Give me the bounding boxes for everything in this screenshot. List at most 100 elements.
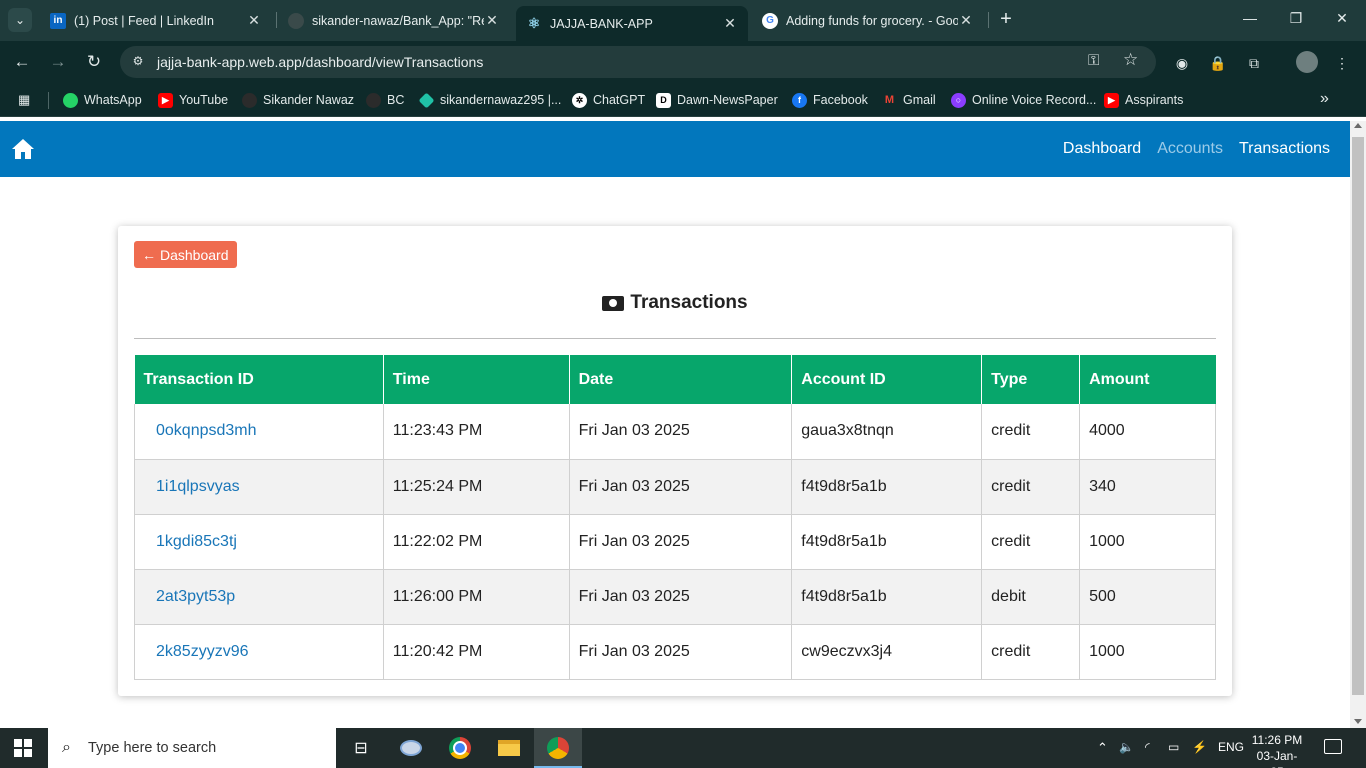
notification-center-icon[interactable] — [1324, 739, 1342, 754]
close-window-icon[interactable]: ✕ — [1332, 10, 1352, 27]
new-tab-button[interactable]: + — [996, 9, 1016, 29]
nav-link-accounts[interactable]: Accounts — [1157, 140, 1223, 158]
scroll-down-arrow-icon[interactable] — [1354, 719, 1362, 724]
nav-link-dashboard[interactable]: Dashboard — [1063, 140, 1141, 158]
transaction-id-link[interactable]: 0okqnpsd3mh — [134, 404, 384, 460]
paint-app-icon[interactable] — [396, 734, 426, 762]
cell-type: debit — [981, 569, 1081, 625]
forward-arrow-icon[interactable]: → — [47, 51, 69, 73]
browser-tab-linkedin[interactable]: in (1) Post | Feed | LinkedIn ✕ — [40, 6, 272, 35]
cell-amount: 340 — [1079, 459, 1216, 515]
windows-start-icon[interactable] — [14, 739, 32, 757]
bookmark-star-icon[interactable]: ☆ — [1123, 50, 1138, 70]
bookmark-chatgpt[interactable]: ✲ ChatGPT — [572, 92, 645, 108]
bookmark-whatsapp[interactable]: WhatsApp — [63, 92, 142, 108]
close-icon[interactable]: ✕ — [722, 15, 738, 32]
restore-icon[interactable]: ❐ — [1286, 10, 1306, 27]
bookmark-dawn-newspaper[interactable]: D Dawn-NewsPaper — [656, 92, 778, 108]
bookmark-label: Online Voice Record... — [972, 93, 1097, 107]
extensions-icon[interactable]: ⧉ — [1244, 53, 1264, 73]
wifi-icon[interactable]: ◜ — [1145, 740, 1150, 754]
transaction-id-link[interactable]: 2k85zyyzv96 — [134, 624, 384, 680]
bookmark-label: ChatGPT — [593, 93, 646, 107]
apps-grid-icon[interactable]: ▦ — [18, 92, 34, 108]
cell-amount: 500 — [1079, 569, 1216, 625]
file-explorer-icon[interactable] — [494, 734, 524, 762]
table-row: 1kgdi85c3tj 11:22:02 PM Fri Jan 03 2025 … — [134, 514, 1216, 570]
taskbar-search-box[interactable]: ⌕ Type here to search — [48, 728, 336, 768]
transaction-id-link[interactable]: 2at3pyt53p — [134, 569, 384, 625]
bookmark-bc[interactable]: BC — [366, 92, 404, 108]
bookmark-online-voice-recorder[interactable]: ○ Online Voice Record... — [951, 92, 1096, 108]
profile-avatar[interactable] — [1296, 51, 1318, 73]
search-icon: ⌕ — [62, 739, 71, 756]
youtube-icon: ▶ — [158, 92, 173, 108]
cell-time: 11:20:42 PM — [383, 624, 570, 680]
cell-type: credit — [981, 404, 1081, 460]
transactions-table: Transaction ID Time Date Account ID Type… — [134, 355, 1216, 680]
more-bookmarks-icon[interactable]: » — [1320, 90, 1329, 108]
bookmark-label: sikandernawaz295 |... — [440, 93, 562, 107]
browser-tab-jajja-bank[interactable]: ⚛ JAJJA-BANK-APP ✕ — [516, 6, 748, 41]
cell-type: credit — [981, 459, 1081, 515]
column-header-transaction-id: Transaction ID — [134, 355, 384, 404]
windows-taskbar: ⌕ Type here to search ⊟ ⌃ 🔈 ◜ ▭ ⚡ ENG 11… — [0, 728, 1366, 768]
taskbar-clock[interactable]: 11:26 PM 03-Jan-25 — [1251, 732, 1303, 768]
battery-icon[interactable]: ▭ — [1168, 740, 1179, 754]
browser-tab-github[interactable]: sikander-nawaz/Bank_App: "Rea ✕ — [278, 6, 510, 35]
bookmark-gmail[interactable]: M Gmail — [882, 92, 936, 108]
bookmark-label: Dawn-NewsPaper — [677, 93, 778, 107]
github-icon — [366, 92, 381, 108]
close-icon[interactable]: ✕ — [484, 12, 500, 29]
camera-icon[interactable]: ◉ — [1172, 53, 1192, 73]
cell-amount: 4000 — [1079, 404, 1216, 460]
bookmarks-bar: ▦ WhatsApp ▶ YouTube Sikander Nawaz BC s… — [0, 83, 1366, 117]
volume-icon[interactable]: 🔈 — [1119, 740, 1134, 754]
back-to-dashboard-button[interactable]: ← Dashboard — [134, 241, 237, 268]
scrollbar-thumb[interactable] — [1352, 137, 1364, 695]
cell-time: 11:23:43 PM — [383, 404, 570, 460]
cell-type: credit — [981, 514, 1081, 570]
tab-search-button[interactable]: ⌄ — [8, 8, 32, 32]
close-icon[interactable]: ✕ — [246, 12, 262, 29]
site-settings-icon[interactable]: ⚙ — [130, 54, 146, 70]
cell-date: Fri Jan 03 2025 — [569, 569, 793, 625]
bookmark-facebook[interactable]: f Facebook — [792, 92, 868, 108]
bookmark-youtube[interactable]: ▶ YouTube — [158, 92, 228, 108]
taskbar-active-chrome[interactable] — [534, 728, 582, 768]
scroll-up-arrow-icon[interactable] — [1354, 123, 1362, 128]
bookmark-label: Asspirants — [1125, 93, 1184, 107]
url-text[interactable]: jajja-bank-app.web.app/dashboard/viewTra… — [157, 54, 483, 70]
browser-tab-google[interactable]: G Adding funds for grocery. - Goo ✕ — [752, 6, 984, 35]
show-hidden-icons-icon[interactable]: ⌃ — [1097, 740, 1108, 756]
bookmark-label: Facebook — [813, 93, 868, 107]
lock-extension-icon[interactable]: 🔒 — [1208, 53, 1228, 73]
bookmark-label: YouTube — [179, 93, 229, 107]
tab-title: Adding funds for grocery. - Goo — [786, 13, 958, 28]
bookmark-label: BC — [387, 93, 405, 107]
back-arrow-icon[interactable]: ← — [11, 51, 33, 73]
language-indicator[interactable]: ENG — [1218, 740, 1244, 754]
task-view-icon[interactable]: ⊟ — [346, 734, 376, 762]
cell-time: 11:26:00 PM — [383, 569, 570, 625]
column-header-account-id: Account ID — [791, 355, 983, 404]
reload-icon[interactable]: ↻ — [83, 51, 105, 73]
home-icon[interactable] — [11, 138, 35, 160]
page-scrollbar[interactable] — [1350, 121, 1366, 728]
youtube-icon: ▶ — [1104, 92, 1119, 108]
menu-kebab-icon[interactable]: ⋮ — [1332, 53, 1352, 73]
bookmark-asspirants[interactable]: ▶ Asspirants — [1104, 92, 1183, 108]
minimize-icon[interactable]: — — [1240, 10, 1260, 26]
transaction-id-link[interactable]: 1i1qlpsvyas — [134, 459, 384, 515]
password-key-icon[interactable]: ⚿ — [1088, 52, 1099, 69]
address-bar[interactable]: ⚙ jajja-bank-app.web.app/dashboard/viewT… — [120, 46, 1156, 78]
browser-tab-strip: ⌄ in (1) Post | Feed | LinkedIn ✕ sikand… — [0, 0, 1366, 41]
bookmark-sikander-nawaz[interactable]: Sikander Nawaz — [242, 92, 354, 108]
close-icon[interactable]: ✕ — [958, 12, 974, 29]
network-sync-icon[interactable]: ⚡ — [1192, 740, 1207, 754]
clock-time: 11:26 PM — [1251, 733, 1303, 747]
transaction-id-link[interactable]: 1kgdi85c3tj — [134, 514, 384, 570]
bookmark-sikandernawaz295[interactable]: sikandernawaz295 |... — [418, 92, 562, 108]
chrome-app-icon[interactable] — [445, 734, 475, 762]
nav-link-transactions[interactable]: Transactions — [1239, 140, 1330, 158]
